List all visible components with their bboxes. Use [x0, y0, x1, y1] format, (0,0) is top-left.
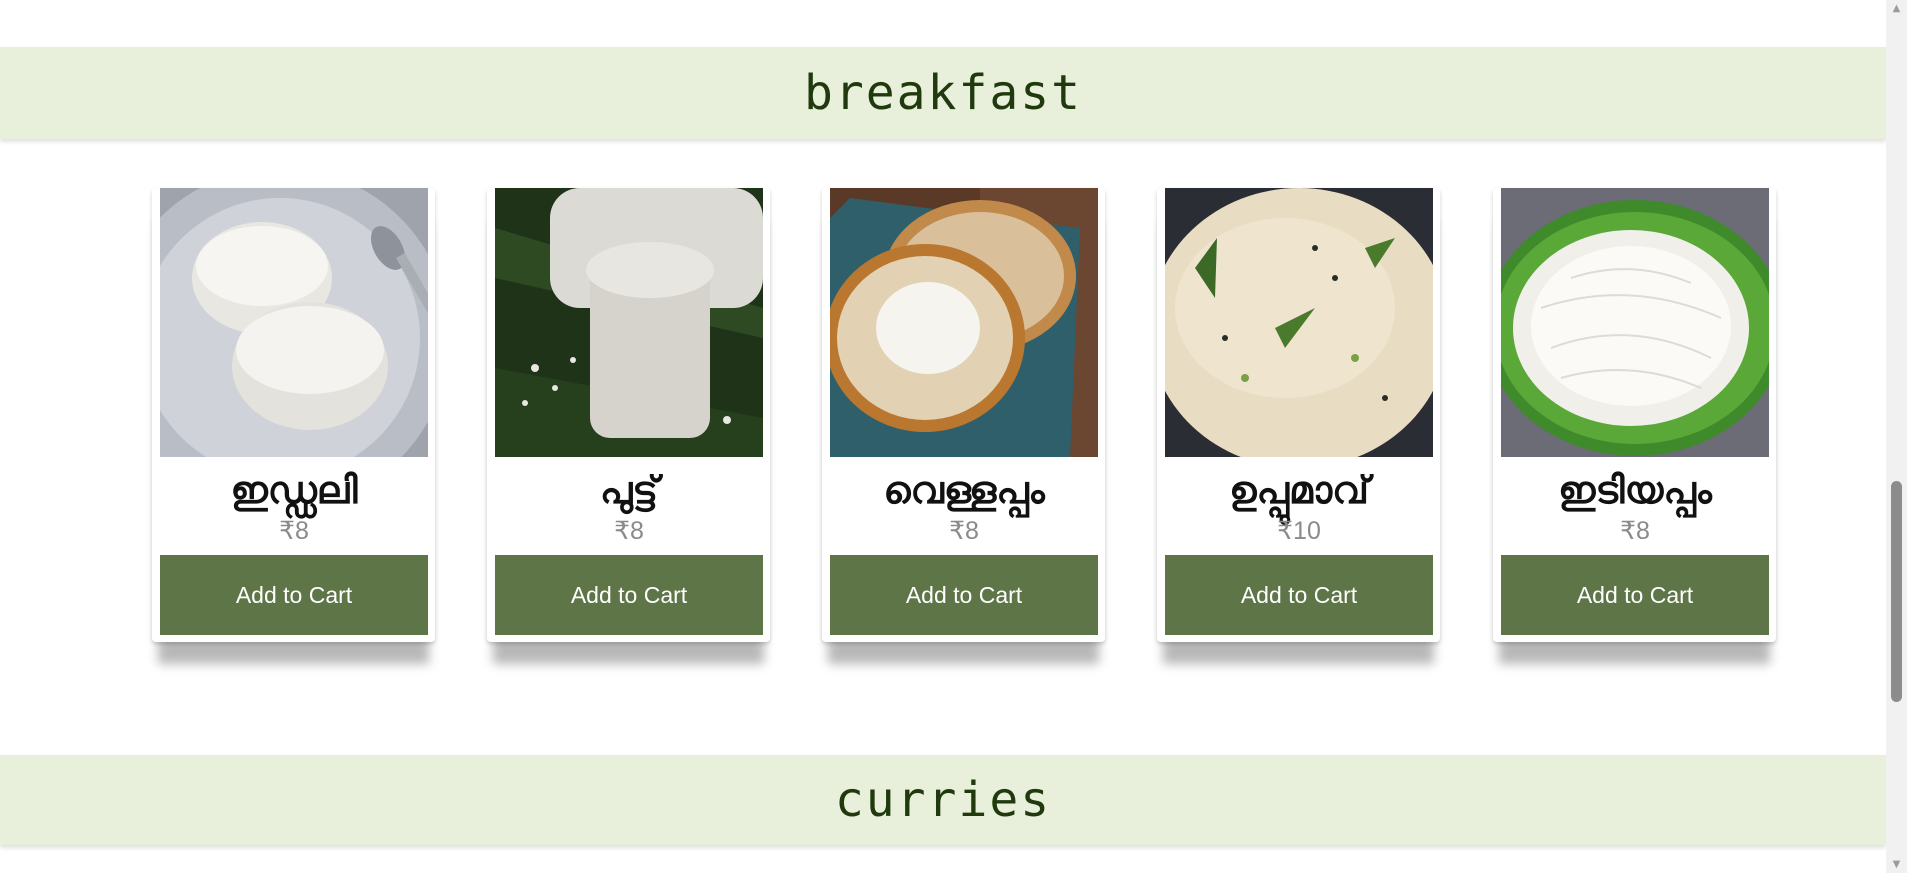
item-price: ₹10: [1277, 517, 1321, 545]
add-to-cart-button[interactable]: Add to Cart: [495, 555, 763, 635]
add-to-cart-button[interactable]: Add to Cart: [1501, 555, 1769, 635]
menu-card: വെള്ളപ്പം ₹8 Add to Cart: [822, 188, 1105, 642]
vellappam-photo: [830, 188, 1098, 457]
menu-card: പുട്ട് ₹8 Add to Cart: [487, 188, 770, 642]
puttu-photo: [495, 188, 763, 457]
menu-card: ഉപ്പുമാവ് ₹10 Add to Cart: [1157, 188, 1440, 642]
item-name: ഉപ്പുമാവ്: [1229, 468, 1369, 512]
add-to-cart-button[interactable]: Add to Cart: [1165, 555, 1433, 635]
item-name: ഇടിയപ്പം: [1558, 468, 1712, 512]
add-to-cart-button[interactable]: Add to Cart: [160, 555, 428, 635]
vertical-scrollbar[interactable]: ▲ ▼: [1886, 0, 1907, 873]
section-title-breakfast: breakfast: [803, 65, 1083, 121]
page: breakfast ഇഡ്ഡലി ₹8 Add to Cart പുട്ട് ₹…: [0, 0, 1907, 873]
item-price: ₹8: [949, 517, 979, 545]
item-price: ₹8: [614, 517, 644, 545]
item-name: ഇഡ്ഡലി: [230, 468, 358, 512]
upma-photo: [1165, 188, 1433, 457]
section-banner-curries: curries: [0, 755, 1886, 845]
idli-photo: [160, 188, 428, 457]
scroll-up-arrow-icon[interactable]: ▲: [1886, 0, 1907, 17]
menu-card: ഇടിയപ്പം ₹8 Add to Cart: [1493, 188, 1776, 642]
section-title-curries: curries: [834, 772, 1052, 828]
breakfast-items: ഇഡ്ഡലി ₹8 Add to Cart പുട്ട് ₹8 Add to C…: [152, 188, 1776, 678]
scroll-thumb[interactable]: [1891, 481, 1902, 702]
item-price: ₹8: [1620, 517, 1650, 545]
item-price: ₹8: [279, 517, 309, 545]
menu-card: ഇഡ്ഡലി ₹8 Add to Cart: [152, 188, 435, 642]
item-name: പുട്ട്: [599, 468, 659, 512]
idiyappam-photo: [1501, 188, 1769, 457]
menu-content: breakfast ഇഡ്ഡലി ₹8 Add to Cart പുട്ട് ₹…: [0, 0, 1886, 873]
add-to-cart-button[interactable]: Add to Cart: [830, 555, 1098, 635]
section-banner-breakfast: breakfast: [0, 47, 1886, 139]
scroll-down-arrow-icon[interactable]: ▼: [1886, 856, 1907, 873]
item-name: വെള്ളപ്പം: [883, 468, 1045, 512]
